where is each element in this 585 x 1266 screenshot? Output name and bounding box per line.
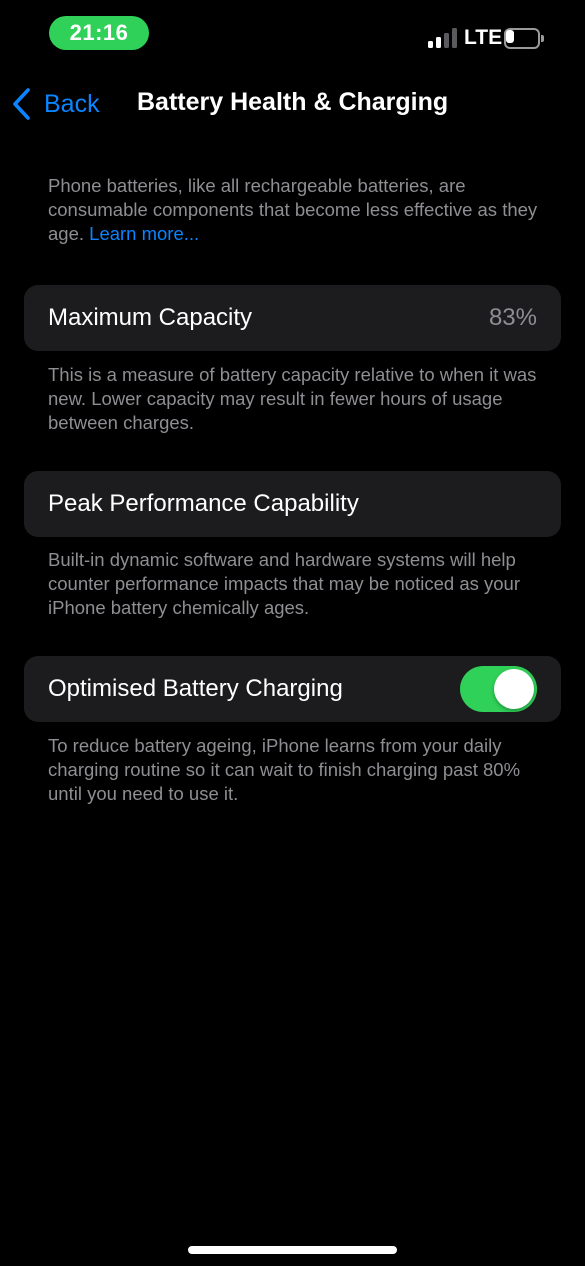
optimised-charging-label: Optimised Battery Charging	[48, 675, 343, 702]
optimised-charging-row: Optimised Battery Charging	[24, 656, 561, 722]
back-label: Back	[44, 89, 100, 118]
peak-performance-footnote: Built-in dynamic software and hardware s…	[48, 549, 520, 618]
maximum-capacity-value: 83%	[488, 304, 537, 331]
toggle-knob	[494, 669, 534, 709]
maximum-capacity-label: Maximum Capacity	[48, 304, 253, 331]
page-title: Battery Health & Charging	[137, 88, 449, 116]
intro-description: Phone batteries, like all rechargeable b…	[48, 174, 548, 246]
navigation-bar: Back Battery Health & Charging	[0, 78, 585, 130]
battery-level-fill	[506, 30, 514, 43]
peak-performance-label: Peak Performance Capability	[48, 490, 359, 517]
network-type-label: LTE	[464, 26, 503, 49]
battery-icon	[504, 28, 544, 49]
optimised-charging-footnote: To reduce battery ageing, iPhone learns …	[48, 735, 521, 804]
chevron-left-icon	[13, 88, 30, 120]
cellular-signal-icon	[428, 28, 458, 48]
back-button[interactable]: Back	[10, 84, 100, 124]
status-bar: 21:16 LTE	[0, 0, 585, 70]
battery-health-screen: 21:16 LTE Back Battery Health & Charging…	[0, 0, 585, 1266]
status-time[interactable]: 21:16	[49, 16, 149, 50]
learn-more-link[interactable]: Learn more...	[89, 223, 199, 244]
maximum-capacity-footnote: This is a measure of battery capacity re…	[48, 364, 537, 433]
peak-performance-row: Peak Performance Capability	[24, 471, 561, 537]
optimised-charging-toggle[interactable]	[460, 666, 537, 712]
maximum-capacity-row: Maximum Capacity 83%	[24, 285, 561, 351]
home-indicator[interactable]	[188, 1246, 397, 1254]
